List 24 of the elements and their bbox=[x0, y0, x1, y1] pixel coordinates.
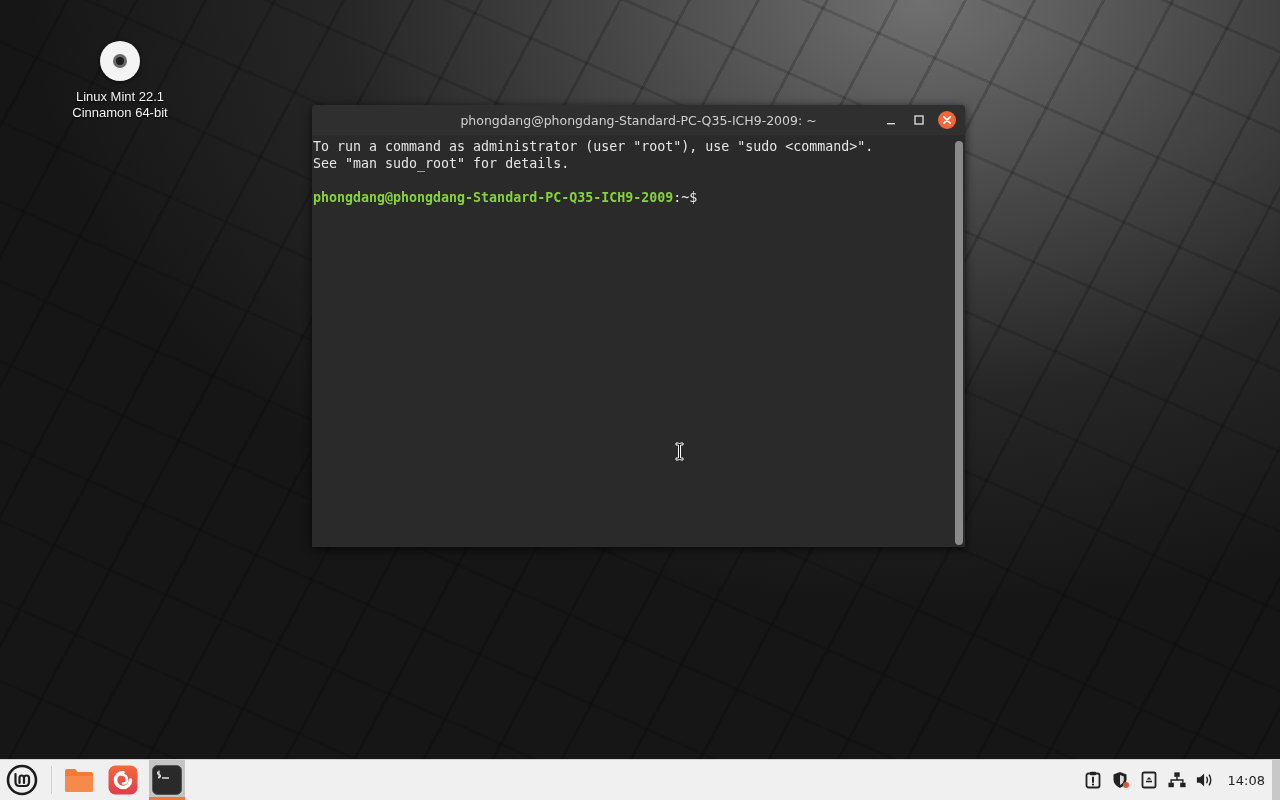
swirl-app-icon bbox=[108, 765, 138, 795]
desktop-icon-label[interactable]: Linux Mint 22.1 Cinnamon 64-bit bbox=[64, 89, 176, 121]
text-cursor-icon bbox=[675, 442, 684, 461]
clock[interactable]: 14:08 bbox=[1227, 772, 1265, 788]
volume-icon[interactable] bbox=[1195, 771, 1214, 789]
network-icon[interactable] bbox=[1167, 771, 1186, 789]
maximize-icon bbox=[914, 115, 924, 125]
window-title: phongdang@phongdang-Standard-PC-Q35-ICH9-2009: ~ bbox=[460, 112, 817, 128]
terminal-output-line: See "man sudo_root" for details. bbox=[313, 155, 571, 172]
document-icon[interactable] bbox=[1139, 771, 1158, 789]
minimize-icon bbox=[887, 123, 895, 125]
terminal-area[interactable]: To run a command as administrator (user "root"), use "sudo <command>". See "man sudo_root" for details. phongdang@phongdang-Standard-PC-Q35-ICH9-2009:~$ bbox=[312, 135, 965, 547]
terminal-icon bbox=[152, 765, 182, 795]
shield-icon[interactable] bbox=[1111, 771, 1130, 789]
terminal-output-line: To run a command as administrator (user "root"), use "sudo <command>". bbox=[313, 138, 875, 155]
leaf-logo-icon bbox=[6, 764, 38, 796]
scrollbar[interactable] bbox=[955, 141, 963, 545]
prompt-path: :~$ bbox=[673, 189, 698, 206]
disc-icon[interactable] bbox=[99, 40, 141, 82]
close-icon bbox=[938, 111, 956, 129]
close-button[interactable] bbox=[935, 108, 959, 132]
prompt-user-host: phongdang@phongdang-Standard-PC-Q35-ICH9-2009 bbox=[313, 189, 674, 206]
taskbar-app-button[interactable] bbox=[149, 760, 185, 800]
clipboard-alert-icon[interactable] bbox=[1083, 771, 1102, 789]
